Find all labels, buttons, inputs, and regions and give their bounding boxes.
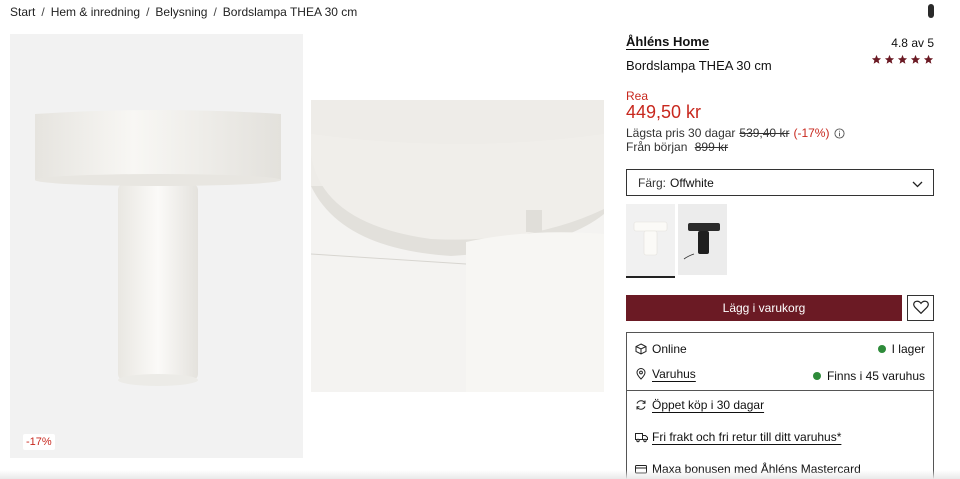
brand-link[interactable]: Åhléns Home bbox=[626, 34, 709, 49]
color-swatch-offwhite[interactable] bbox=[626, 204, 675, 278]
truck-icon bbox=[635, 431, 648, 443]
shipping-row[interactable]: Fri frakt och fri retur till ditt varuhu… bbox=[635, 430, 841, 444]
star-icon bbox=[897, 54, 908, 65]
color-label: Färg: bbox=[638, 175, 667, 190]
stock-availability: Online I lager Varuhus Finns i 45 varuhu… bbox=[626, 332, 934, 391]
chevron-down-icon bbox=[912, 178, 923, 188]
lowest-price-percent: (-17%) bbox=[793, 126, 830, 140]
lamp-thumbnail-black bbox=[678, 204, 727, 275]
breadcrumb-separator: / bbox=[41, 5, 45, 19]
returns-text[interactable]: Öppet köp i 30 dagar bbox=[652, 398, 764, 412]
color-value: Offwhite bbox=[670, 175, 714, 190]
color-swatch-black[interactable] bbox=[678, 204, 727, 275]
lowest-price-value: 539,40 kr bbox=[739, 126, 790, 140]
product-image-detail[interactable] bbox=[311, 34, 604, 458]
sale-label: Rea bbox=[626, 89, 649, 103]
in-stock-dot bbox=[812, 372, 821, 380]
store-status: Finns i 45 varuhus bbox=[812, 369, 925, 383]
online-status-text: I lager bbox=[891, 342, 925, 356]
original-price-row: Från början 899 kr bbox=[626, 140, 728, 154]
breadcrumb-home-decor[interactable]: Hem & inredning bbox=[51, 5, 140, 19]
lowest-price-30-days: Lägsta pris 30 dagar 539,40 kr (-17%) bbox=[626, 126, 846, 140]
heart-icon bbox=[912, 300, 929, 317]
store-row[interactable]: Varuhus bbox=[635, 367, 696, 381]
lowest-price-label: Lägsta pris 30 dagar bbox=[626, 126, 736, 140]
store-label[interactable]: Varuhus bbox=[652, 367, 696, 381]
breadcrumb-separator: / bbox=[146, 5, 150, 19]
shipping-text[interactable]: Fri frakt och fri retur till ditt varuhu… bbox=[652, 430, 841, 444]
product-image-main[interactable]: -17% bbox=[10, 34, 303, 458]
breadcrumb-start[interactable]: Start bbox=[10, 5, 35, 19]
star-icon bbox=[884, 54, 895, 65]
breadcrumb-separator: / bbox=[213, 5, 217, 19]
star-icon bbox=[910, 54, 921, 65]
price: 449,50 kr bbox=[626, 102, 702, 122]
rating-stars[interactable] bbox=[871, 54, 934, 65]
online-label: Online bbox=[652, 342, 687, 356]
wishlist-button[interactable] bbox=[907, 295, 934, 321]
online-row: Online bbox=[635, 342, 687, 356]
original-price: 899 kr bbox=[694, 140, 729, 154]
package-icon bbox=[635, 343, 647, 355]
original-price-label: Från början bbox=[626, 140, 688, 154]
rating-text: 4.8 av 5 bbox=[891, 36, 934, 50]
refresh-icon bbox=[635, 399, 647, 411]
online-status: I lager bbox=[877, 342, 925, 356]
info-icon[interactable] bbox=[834, 127, 846, 139]
product-title: Bordslampa THEA 30 cm bbox=[626, 58, 772, 73]
color-dropdown[interactable]: Färg: Offwhite bbox=[626, 169, 934, 196]
page-bottom-fade bbox=[0, 470, 960, 479]
scrollbar-thumb[interactable] bbox=[928, 4, 934, 18]
lamp-illustration bbox=[10, 34, 303, 458]
star-icon bbox=[871, 54, 882, 65]
star-icon bbox=[923, 54, 934, 65]
breadcrumb-current: Bordslampa THEA 30 cm bbox=[222, 5, 358, 19]
returns-row[interactable]: Öppet köp i 30 dagar bbox=[635, 398, 764, 412]
store-status-text: Finns i 45 varuhus bbox=[826, 369, 925, 383]
perks-box: Öppet köp i 30 dagar Fri frakt och fri r… bbox=[626, 390, 934, 479]
breadcrumb-lighting[interactable]: Belysning bbox=[155, 5, 207, 19]
sale-badge: -17% bbox=[23, 434, 55, 450]
breadcrumb: Start / Hem & inredning / Belysning / Bo… bbox=[10, 5, 357, 19]
in-stock-dot bbox=[877, 345, 886, 353]
location-pin-icon bbox=[635, 368, 647, 380]
lamp-thumbnail-offwhite bbox=[626, 204, 675, 275]
lamp-closeup-illustration bbox=[311, 34, 604, 458]
add-to-cart-button[interactable]: Lägg i varukorg bbox=[626, 295, 902, 321]
